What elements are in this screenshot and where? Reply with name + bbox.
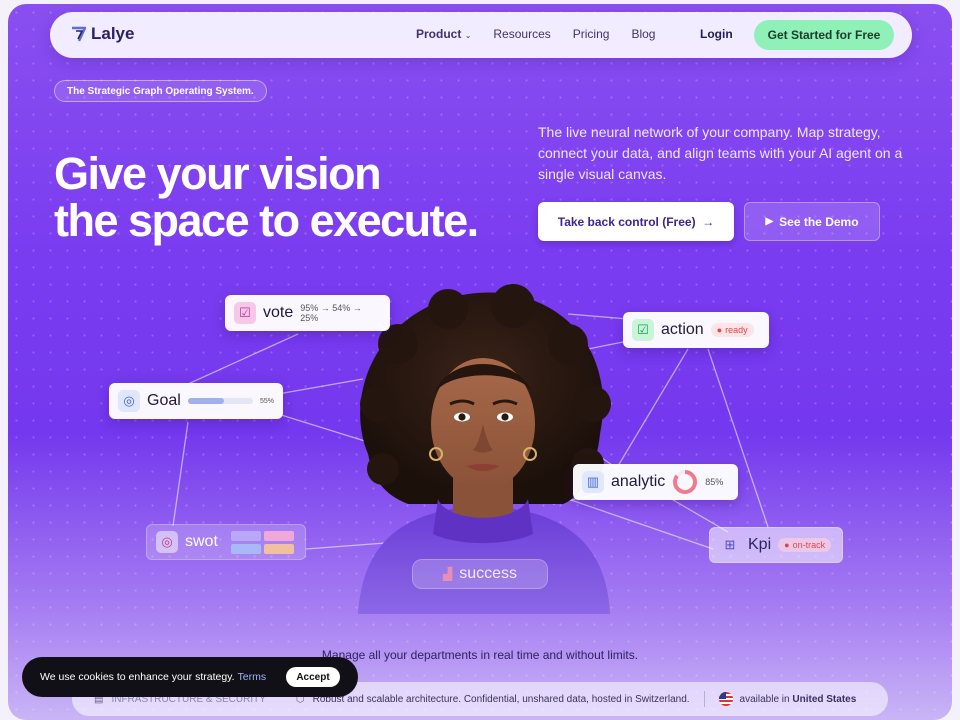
infobar-availability-country: United States (792, 693, 857, 705)
node-goal[interactable]: ◎ Goal 55% (109, 383, 283, 419)
node-vote-stats: 95% → 54% → 25% (300, 303, 362, 323)
page-frame: Lalye Product ⌄ Resources Pricing Blog L… (8, 4, 952, 720)
node-analytic-label: analytic (611, 473, 666, 490)
target-icon: ◎ (118, 390, 140, 412)
status-dot-icon: ● (716, 325, 723, 335)
goal-progress-bar (187, 398, 253, 404)
check-icon: ☑ (632, 319, 654, 341)
node-kpi-status: on-track (792, 540, 826, 550)
checkbox-icon: ☑ (234, 302, 256, 324)
node-kpi-label: Kpi (748, 536, 772, 553)
node-success[interactable]: ▟ success (412, 559, 548, 589)
cookie-banner: We use cookies to enhance your strategy.… (22, 657, 358, 697)
divider (703, 691, 705, 707)
analytic-donut-icon (673, 470, 698, 494)
node-action[interactable]: ☑ action ● ready (623, 312, 769, 348)
swot-grid-icon (230, 530, 294, 554)
node-analytic[interactable]: ▥ analytic 85% (573, 464, 738, 500)
node-kpi[interactable]: ⊞ Kpi ● on-track (709, 527, 843, 563)
node-goal-percent: 55% (259, 397, 274, 405)
target-icon: ◎ (156, 531, 178, 553)
podium-icon: ▟ (442, 567, 453, 581)
node-analytic-percent: 85% (705, 477, 724, 487)
node-swot-label: swot (185, 533, 218, 550)
bar-chart-icon: ▥ (582, 471, 604, 493)
status-dot-icon: ● (784, 540, 790, 550)
node-goal-label: Goal (147, 392, 181, 409)
dashboard-icon: ⊞ (724, 537, 736, 552)
infobar-architecture: Robust and scalable architecture. Confid… (312, 693, 690, 705)
cookie-text: We use cookies to enhance your strategy. (40, 671, 235, 683)
cookie-accept-button[interactable]: Accept (286, 667, 340, 687)
node-action-status: ready (725, 325, 748, 335)
status-badge-on-track: ● on-track (778, 538, 832, 552)
us-flag-icon (718, 692, 733, 706)
goal-progress-fill (187, 398, 224, 404)
infobar-availability-prefix: available in (739, 693, 790, 705)
node-swot[interactable]: ◎ swot (146, 524, 306, 560)
node-success-label: success (459, 565, 518, 582)
status-badge-ready: ● ready (710, 323, 754, 337)
node-action-label: action (661, 321, 704, 338)
node-vote-label: vote (263, 304, 294, 321)
cookie-terms-link[interactable]: Terms (237, 671, 266, 683)
node-vote[interactable]: ☑ vote 95% → 54% → 25% (225, 295, 390, 331)
